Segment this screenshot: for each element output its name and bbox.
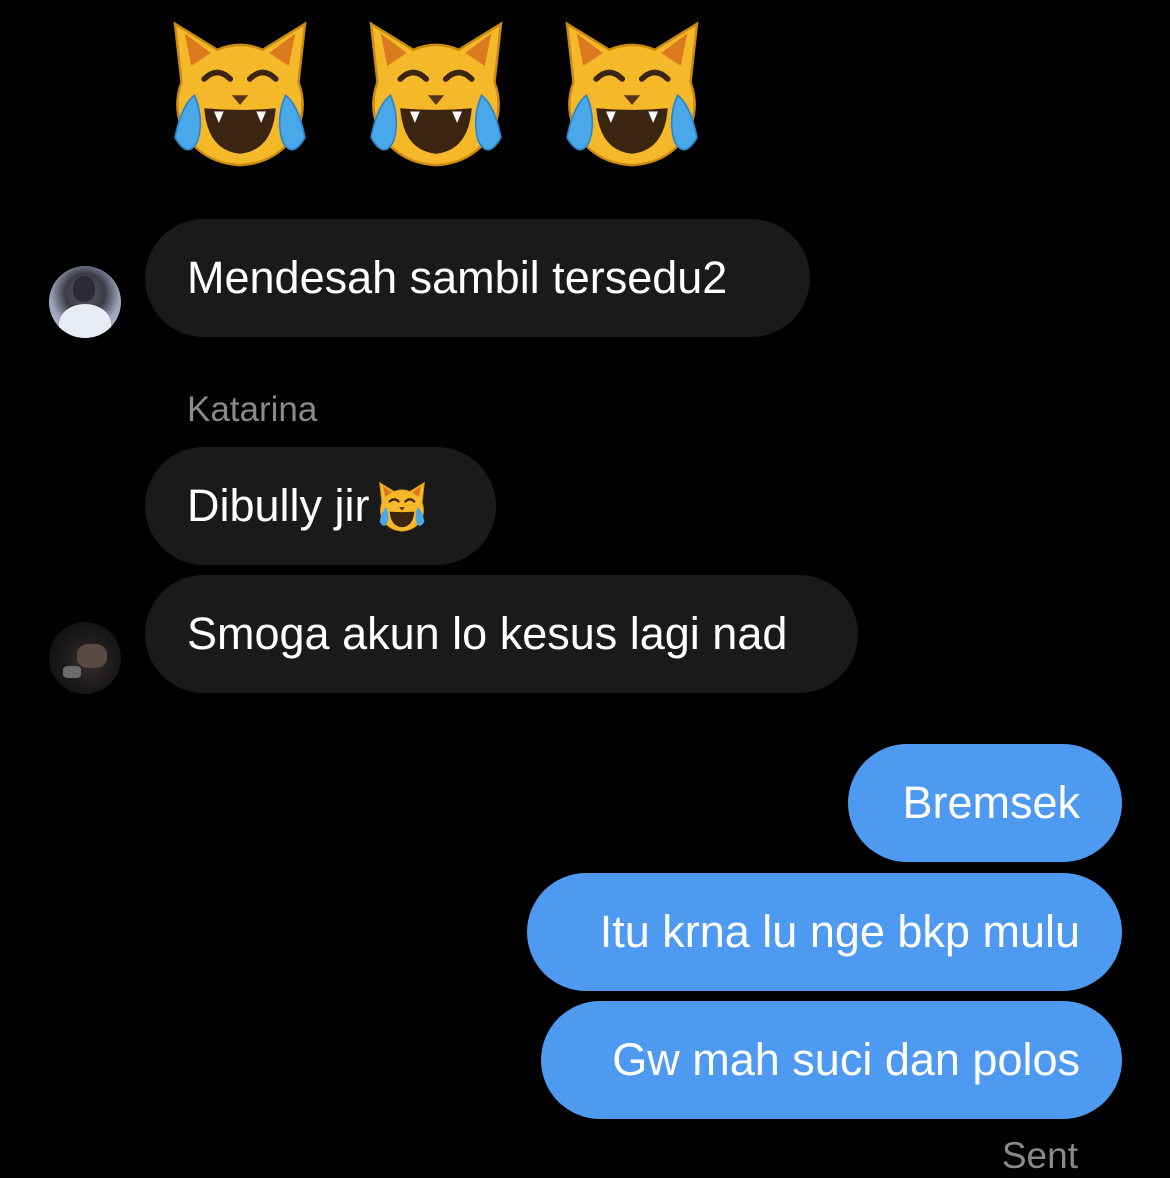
avatar-head [73,276,95,302]
outgoing-message-bubble[interactable]: Itu krna lu nge bkp mulu [527,873,1122,991]
cat-with-tears-of-joy-icon [550,14,714,170]
message-status: Sent [1001,1135,1078,1176]
message-text: Bremsek [902,777,1080,828]
sender-avatar[interactable] [49,266,121,338]
emoji-message[interactable] [158,14,714,174]
message-text: Itu krna lu nge bkp mulu [599,906,1080,957]
sender-name: Katarina [187,390,318,429]
incoming-message-bubble[interactable]: Mendesah sambil tersedu2 [145,219,810,337]
incoming-message-bubble[interactable]: Smoga akun lo kesus lagi nad [145,575,858,693]
outgoing-message-bubble[interactable]: Bremsek [848,744,1122,862]
cat-with-tears-of-joy-icon [354,14,518,170]
message-text: Dibully jir [187,480,370,531]
avatar-body [59,304,111,338]
avatar-figure [77,644,107,668]
sender-avatar[interactable] [49,622,121,694]
message-text: Smoga akun lo kesus lagi nad [187,608,788,659]
message-text: Gw mah suci dan polos [612,1034,1080,1085]
message-text: Mendesah sambil tersedu2 [187,252,728,303]
outgoing-message-bubble[interactable]: Gw mah suci dan polos [541,1001,1122,1119]
avatar-figure [63,666,81,678]
incoming-message-bubble[interactable]: Dibully jir [145,447,496,565]
cat-with-tears-of-joy-icon [374,479,430,533]
cat-with-tears-of-joy-icon [158,14,322,170]
